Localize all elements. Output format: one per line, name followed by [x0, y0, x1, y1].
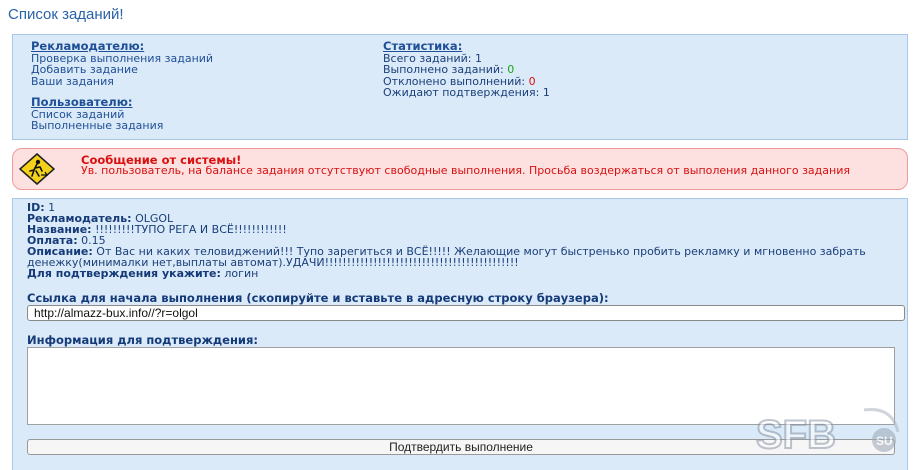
message-text: Ув. пользователь, на балансе задания отс…	[81, 164, 850, 177]
watermark-suffix: SU	[876, 434, 893, 448]
watermark-text: SFB	[756, 413, 836, 457]
task-description: Описание: От Вас ни каких теловиджений!!…	[27, 245, 866, 269]
task-details: ID: 1 Рекламодатель: OLGOL Название: !!!…	[27, 202, 897, 279]
info-label: Информация для подтверждения:	[27, 333, 258, 347]
link-completed-tasks[interactable]: Выполненные задания	[31, 120, 213, 132]
page-title: Список заданий!	[8, 6, 124, 23]
link-add-task[interactable]: Добавить задание	[31, 64, 213, 76]
advertiser-header[interactable]: Рекламодателю:	[31, 40, 213, 53]
task-name: Название: !!!!!!!!!ТУПО РЕГА И ВСЁ!!!!!!…	[27, 223, 287, 236]
link-label: Ссылка для начала выполнения (скопируйте…	[27, 291, 609, 305]
user-header[interactable]: Пользователю:	[31, 96, 213, 109]
stats-column: Статистика: Всего заданий: 1 Выполнено з…	[383, 40, 550, 99]
menu-left-column: Рекламодателю: Проверка выполнения задан…	[31, 40, 213, 132]
link-your-tasks[interactable]: Ваши задания	[31, 75, 213, 88]
site-watermark-logo: SFB SU	[755, 407, 900, 458]
task-url-input[interactable]	[27, 305, 905, 321]
system-message: Сообщение от системы! Ув. пользователь, …	[12, 148, 908, 190]
task-confirm-field: Для подтверждения укажите: логин	[27, 267, 259, 280]
warning-sign-icon	[19, 153, 55, 185]
stat-pending: Ожидают подтверждения: 1	[383, 86, 550, 99]
menu-panel: Рекламодателю: Проверка выполнения задан…	[12, 34, 908, 140]
